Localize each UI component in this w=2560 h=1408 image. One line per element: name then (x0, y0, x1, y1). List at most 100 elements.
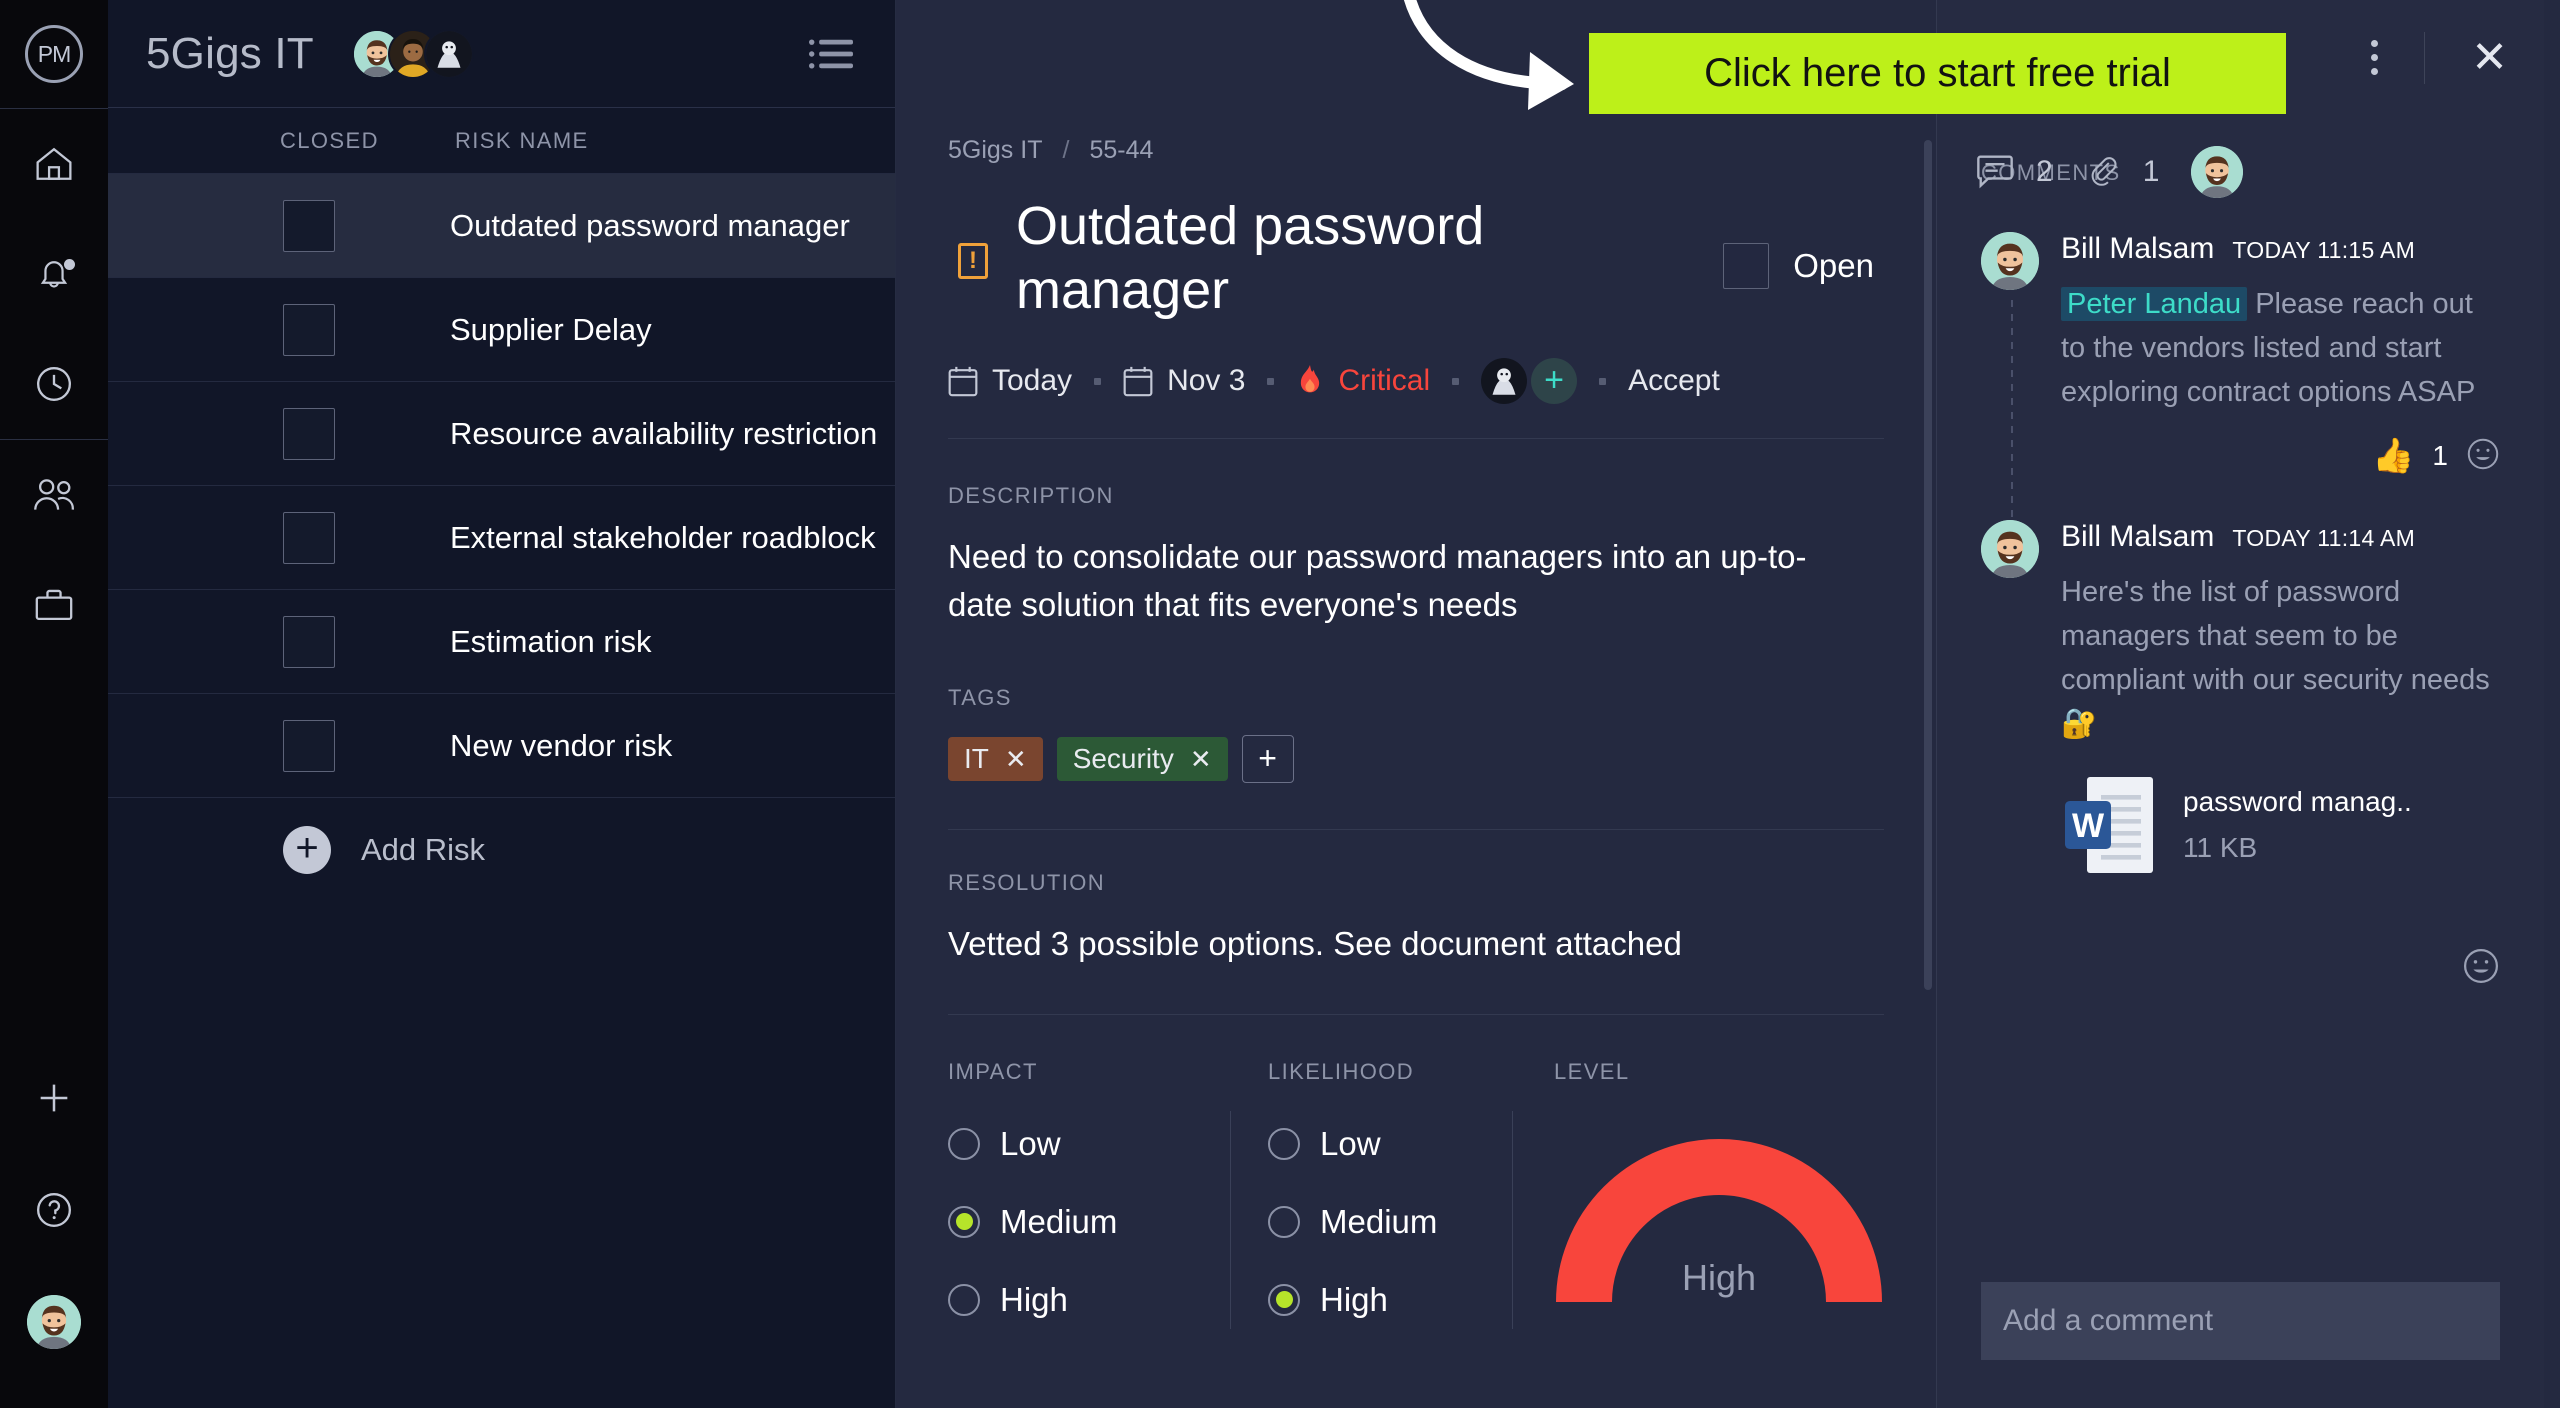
likelihood-option-medium[interactable]: Medium (1268, 1203, 1512, 1241)
add-reaction-button[interactable] (2462, 947, 2500, 990)
risk-closed-checkbox[interactable] (283, 511, 335, 564)
mention-chip[interactable]: Peter Landau (2061, 287, 2248, 321)
detail-scrollbar-thumb[interactable] (1924, 140, 1932, 990)
status-toggle[interactable]: Open (1723, 243, 1874, 289)
comment-author: Bill Malsam (2061, 520, 2215, 554)
status-checkbox[interactable] (1723, 243, 1770, 289)
comment-text: Here's the list of password managers tha… (2061, 576, 2490, 741)
avatar[interactable] (1981, 520, 2039, 579)
close-icon[interactable]: ✕ (2461, 32, 2518, 84)
risk-closed-cell[interactable] (108, 719, 450, 772)
impact-option-medium[interactable]: Medium (948, 1203, 1230, 1241)
avatar[interactable] (2191, 146, 2244, 198)
radio-button[interactable] (948, 1283, 980, 1316)
avatar[interactable] (1981, 232, 2039, 290)
meta-separator (1267, 377, 1275, 385)
paperclip-icon (2091, 157, 2117, 186)
warning-icon: ! (958, 243, 988, 279)
table-row[interactable]: External stakeholder roadblock (108, 486, 895, 590)
tag-remove-icon[interactable]: ✕ (1005, 744, 1027, 775)
comments-panel: COMMENTS Bill Malsam TODAY 11:15 AM Pete… (1936, 0, 2544, 1408)
add-reaction-button[interactable] (2466, 437, 2500, 476)
pm-logo[interactable]: PM (0, 0, 108, 108)
due-date-field[interactable]: Nov 3 (1123, 364, 1245, 398)
impact-option-high[interactable]: High (948, 1281, 1230, 1319)
avatar-face (27, 1295, 81, 1349)
nav-add[interactable] (0, 1042, 108, 1154)
help-icon (37, 1193, 71, 1227)
nav-timesheets[interactable] (0, 329, 108, 439)
thumbs-up-icon[interactable]: 👍 (2372, 436, 2414, 476)
tag-remove-icon[interactable]: ✕ (1190, 744, 1212, 775)
nav-account[interactable] (0, 1266, 108, 1378)
detail-counters: 2 1 (1976, 146, 2244, 198)
likelihood-option-high[interactable]: High (1268, 1281, 1512, 1319)
page-title: Outdated password manager (1016, 196, 1485, 320)
risk-closed-checkbox[interactable] (283, 303, 335, 356)
radio-button[interactable] (948, 1205, 980, 1238)
table-row[interactable]: Supplier Delay (108, 278, 895, 382)
add-risk-button[interactable]: + Add Risk (108, 798, 895, 902)
risk-closed-checkbox[interactable] (283, 719, 335, 772)
add-tag-button[interactable]: + (1241, 735, 1294, 784)
comment-attachment[interactable]: W password manag.. 11 KB (2061, 773, 2500, 877)
svg-text:W: W (2072, 807, 2105, 845)
add-assignee-button[interactable]: + (1531, 358, 1578, 405)
radio-button[interactable] (948, 1127, 980, 1160)
assignees-field[interactable]: + (1481, 358, 1578, 405)
risk-name-label: New vendor risk (450, 727, 673, 763)
impact-option-low[interactable]: Low (948, 1125, 1230, 1163)
start-date-field[interactable]: Today (948, 364, 1072, 398)
reaction-count: 1 (2432, 440, 2448, 472)
risk-name-label: Estimation risk (450, 623, 652, 659)
priority-field[interactable]: Critical (1296, 364, 1430, 398)
risk-closed-cell[interactable] (108, 199, 450, 252)
free-trial-cta-banner[interactable]: Click here to start free trial (1589, 33, 2286, 114)
likelihood-option-low[interactable]: Low (1268, 1125, 1512, 1163)
add-comment-placeholder: Add a comment (2003, 1304, 2214, 1337)
nav-home[interactable] (0, 109, 108, 219)
table-row[interactable]: Resource availability restriction (108, 382, 895, 486)
radio-button[interactable] (1268, 1205, 1300, 1238)
table-row[interactable]: Estimation risk (108, 590, 895, 694)
risk-name-label: External stakeholder roadblock (450, 519, 876, 555)
tags-label: TAGS (948, 685, 1012, 711)
more-vertical-icon[interactable] (2361, 30, 2388, 85)
tag-chip[interactable]: IT ✕ (948, 737, 1043, 782)
column-header-risk-name: RISK NAME (455, 127, 589, 153)
description-value[interactable]: Need to consolidate our password manager… (948, 533, 1848, 629)
nav-projects[interactable] (0, 550, 108, 660)
table-row[interactable]: Outdated password manager (108, 174, 895, 278)
risk-closed-cell[interactable] (108, 511, 450, 564)
list-view-toggle-button[interactable] (809, 37, 853, 71)
home-icon (36, 147, 72, 180)
nav-team[interactable] (0, 440, 108, 550)
table-row[interactable]: New vendor risk (108, 694, 895, 798)
tag-chip[interactable]: Security ✕ (1056, 737, 1228, 782)
project-title: 5Gigs IT (146, 28, 314, 78)
attachment-name: password manag.. (2183, 785, 2412, 817)
accept-action[interactable]: Accept (1628, 364, 1720, 398)
control-divider (2424, 31, 2426, 84)
description-block: DESCRIPTION Need to consolidate our pass… (896, 439, 1936, 629)
risk-closed-checkbox[interactable] (283, 199, 335, 252)
resolution-value[interactable]: Vetted 3 possible options. See document … (948, 920, 1848, 968)
risk-closed-checkbox[interactable] (283, 615, 335, 668)
tag-label: Security (1072, 743, 1174, 775)
risk-closed-checkbox[interactable] (283, 407, 335, 460)
breadcrumb-project[interactable]: 5Gigs IT (948, 136, 1042, 165)
nav-notifications[interactable] (0, 219, 108, 329)
risk-table-column-headers: CLOSED RISK NAME (108, 108, 895, 174)
nav-help[interactable] (0, 1154, 108, 1266)
avatar (423, 28, 474, 79)
likelihood-label: LIKELIHOOD (1268, 1058, 1415, 1084)
avatar-face (1981, 232, 2039, 290)
radio-button[interactable] (1268, 1127, 1300, 1160)
risk-closed-cell[interactable] (108, 303, 450, 356)
risk-closed-cell[interactable] (108, 407, 450, 460)
add-comment-input[interactable]: Add a comment (1981, 1282, 2500, 1360)
breadcrumb-id[interactable]: 55-44 (1089, 136, 1153, 165)
risk-closed-cell[interactable] (108, 615, 450, 668)
project-members-avatars[interactable] (351, 28, 474, 79)
radio-button[interactable] (1268, 1283, 1300, 1316)
